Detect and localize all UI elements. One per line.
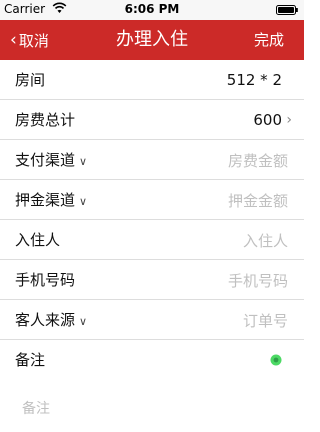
phone-row: 手机号码 [0, 260, 304, 300]
nav-bar: ‹ 取消 办理入住 完成 [0, 20, 304, 60]
payment-channel-label: 支付渠道 [15, 151, 76, 169]
remark-input[interactable] [20, 396, 294, 430]
status-time: 6:06 PM [124, 2, 180, 16]
dropdown-caret-icon: ∨ [79, 195, 88, 208]
guest-row: 入住人 [0, 220, 304, 260]
deposit-amount-input[interactable] [136, 188, 290, 214]
done-button[interactable]: 完成 [254, 20, 284, 60]
total-fee-row[interactable]: 房费总计 600 › [0, 100, 304, 140]
deposit-channel-selector[interactable]: 押金渠道 ∨ [15, 180, 87, 222]
total-fee-label: 房费总计 [15, 111, 76, 129]
status-bar: Carrier 6:06 PM [0, 0, 304, 20]
remark-status-icon [270, 354, 282, 366]
battery-icon [276, 5, 298, 15]
total-fee-value: 600 [253, 111, 282, 129]
room-row: 房间 512 * 2 [0, 60, 304, 100]
guest-source-label: 客人来源 [15, 311, 76, 329]
dropdown-caret-icon: ∨ [79, 315, 88, 328]
payment-channel-selector[interactable]: 支付渠道 ∨ [15, 140, 87, 182]
remark-row: 备注 [0, 340, 304, 380]
phone-input[interactable] [136, 268, 290, 294]
phone-label: 手机号码 [15, 271, 76, 289]
payment-channel-row: 支付渠道 ∨ [0, 140, 304, 180]
room-value: 512 * 2 [226, 71, 282, 89]
remark-area [0, 388, 304, 432]
guest-source-row: 客人来源 ∨ [0, 300, 304, 340]
order-number-input[interactable] [136, 308, 290, 334]
deposit-channel-label: 押金渠道 [15, 191, 76, 209]
guest-label: 入住人 [15, 231, 61, 249]
checkin-form: 房间 512 * 2 房费总计 600 › 支付渠道∨ 押金渠道∨ 入住人 手机… [0, 60, 304, 380]
room-fee-amount-input[interactable] [136, 148, 290, 174]
guest-source-selector[interactable]: 客人来源 ∨ [15, 300, 87, 342]
remark-label: 备注 [15, 351, 46, 369]
chevron-right-icon: › [286, 112, 292, 128]
room-label: 房间 [15, 71, 46, 89]
dropdown-caret-icon: ∨ [79, 155, 88, 168]
guest-name-input[interactable] [136, 228, 290, 254]
deposit-channel-row: 押金渠道 ∨ [0, 180, 304, 220]
